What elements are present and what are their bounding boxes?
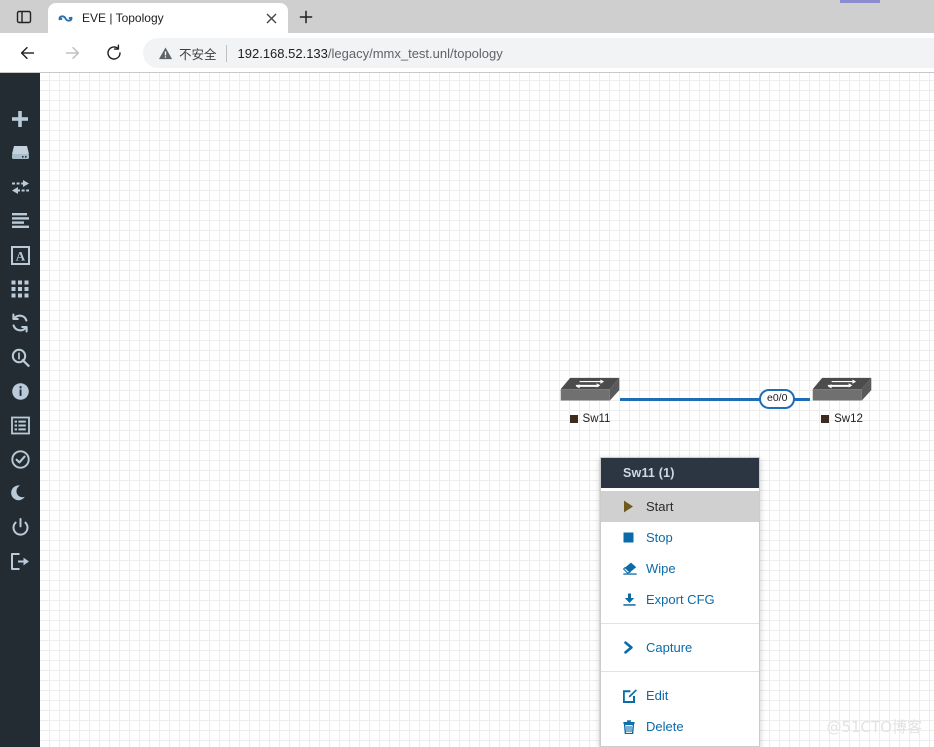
notes-icon [10, 416, 30, 434]
sidebar-item-networks[interactable] [0, 170, 40, 204]
context-menu-item-start[interactable]: Start [601, 491, 759, 522]
context-menu-item-capture[interactable]: Capture [601, 632, 759, 663]
sidebar-item-add-node[interactable] [0, 102, 40, 136]
arrow-left-icon [20, 46, 34, 60]
omnibox-divider [225, 44, 227, 62]
list-icon [11, 213, 29, 228]
context-menu-group-actions: Start Stop Wipe Export CFG [601, 488, 759, 619]
logout-icon [11, 552, 29, 570]
download-icon [623, 593, 638, 606]
svg-text:A: A [15, 248, 25, 263]
node-context-menu[interactable]: Sw11 (1) Start Stop Wipe Export CFG Capt… [600, 457, 760, 747]
refresh-icon [12, 313, 28, 333]
back-button[interactable] [13, 38, 43, 68]
close-icon[interactable] [262, 9, 280, 27]
context-menu-item-label: Start [646, 499, 674, 514]
tab-list-icon [16, 10, 32, 23]
url-path: /legacy/mmx_test.unl/topology [327, 45, 503, 61]
moon-icon [10, 484, 25, 500]
node-status-dot [821, 415, 830, 423]
context-menu-group-edit: Edit Delete [601, 676, 759, 746]
node-label-sw12: Sw12 [807, 413, 877, 425]
sidebar-item-lock-lab[interactable] [0, 510, 40, 544]
eve-ng-topology-app: A e0/0 Sw11 Sw12 @51CTO博客 Sw11 (1) Start… [0, 73, 934, 747]
security-status-label: 不安全 [179, 47, 217, 62]
new-tab-button[interactable] [292, 4, 320, 30]
topology-node-sw11[interactable]: Sw11 [555, 375, 625, 425]
grid-icon [11, 280, 29, 298]
trash-icon [623, 719, 638, 734]
magnifier-icon [11, 348, 30, 367]
node-label-sw11: Sw11 [555, 413, 625, 425]
power-icon [12, 517, 28, 536]
node-name: Sw12 [834, 413, 863, 425]
sidebar-item-more-actions[interactable] [0, 272, 40, 306]
warning-triangle-icon [157, 45, 173, 61]
plus-icon [12, 111, 28, 127]
context-menu-item-export-cfg[interactable]: Export CFG [601, 584, 759, 615]
context-menu-item-label: Stop [646, 530, 673, 545]
tab-title: EVE | Topology [82, 11, 164, 25]
tab-strip: EVE | Topology [0, 0, 934, 33]
topology-node-sw12[interactable]: Sw12 [807, 375, 877, 425]
sidebar-item-refresh[interactable] [0, 306, 40, 340]
browser-tab[interactable]: EVE | Topology [48, 3, 288, 33]
browser-chrome: EVE | Topology 不安全 192.168.52.133/legacy… [0, 0, 934, 73]
plus-icon [299, 10, 313, 24]
exchange-icon [11, 180, 29, 194]
play-icon [623, 500, 638, 513]
context-menu-item-stop[interactable]: Stop [601, 522, 759, 553]
context-menu-item-label: Wipe [646, 561, 676, 576]
context-menu-item-edit[interactable]: Edit [601, 680, 759, 711]
url-host: 192.168.52.133 [237, 45, 328, 61]
reload-button[interactable] [99, 38, 129, 68]
context-menu-separator [601, 671, 759, 672]
pencil-square-icon [623, 688, 638, 703]
sidebar-item-logs[interactable] [0, 408, 40, 442]
eraser-icon [623, 562, 638, 575]
node-name: Sw11 [582, 413, 611, 425]
context-menu-item-delete[interactable]: Delete [601, 711, 759, 742]
address-bar[interactable]: 不安全 192.168.52.133/legacy/mmx_test.unl/t… [143, 38, 934, 68]
sidebar-item-zoom[interactable] [0, 340, 40, 374]
tab-list-button[interactable] [10, 3, 38, 30]
sidebar-item-lab-details[interactable] [0, 442, 40, 476]
sidebar-item-text-objects[interactable]: A [0, 238, 40, 272]
watermark: @51CTO博客 [826, 718, 922, 736]
arrow-right-icon [66, 46, 80, 60]
info-circle-icon [11, 382, 29, 400]
reload-icon [107, 44, 121, 60]
context-menu-separator [601, 623, 759, 624]
text-a-icon: A [10, 245, 30, 265]
context-menu-item-label: Export CFG [646, 592, 715, 607]
context-menu-group-capture: Capture [601, 628, 759, 667]
server-icon [11, 146, 29, 159]
context-menu-item-wipe[interactable]: Wipe [601, 553, 759, 584]
sidebar-item-logout[interactable] [0, 544, 40, 578]
stop-icon [623, 532, 638, 543]
forward-button [57, 38, 87, 68]
context-menu-item-label: Delete [646, 719, 684, 734]
context-menu-item-label: Edit [646, 688, 669, 703]
switch-icon [812, 377, 872, 401]
eve-ng-favicon [56, 9, 74, 27]
left-sidebar: A [0, 73, 40, 747]
context-menu-item-label: Capture [646, 640, 693, 655]
sidebar-item-startup-configs[interactable] [0, 204, 40, 238]
sidebar-item-status[interactable] [0, 374, 40, 408]
context-menu-title: Sw11 (1) [601, 458, 759, 488]
topology-canvas[interactable]: e0/0 Sw11 Sw12 @51CTO博客 [40, 73, 934, 747]
interface-label-e0-0[interactable]: e0/0 [759, 389, 796, 409]
chevron-right-icon [623, 641, 638, 654]
check-circle-icon [10, 449, 30, 469]
url-text: 192.168.52.133/legacy/mmx_test.unl/topol… [238, 46, 503, 61]
node-status-dot [569, 415, 578, 423]
browser-toolbar: 不安全 192.168.52.133/legacy/mmx_test.unl/t… [0, 33, 934, 73]
switch-icon [560, 377, 620, 401]
sidebar-item-dark-mode[interactable] [0, 476, 40, 510]
sidebar-item-nodes[interactable] [0, 136, 40, 170]
